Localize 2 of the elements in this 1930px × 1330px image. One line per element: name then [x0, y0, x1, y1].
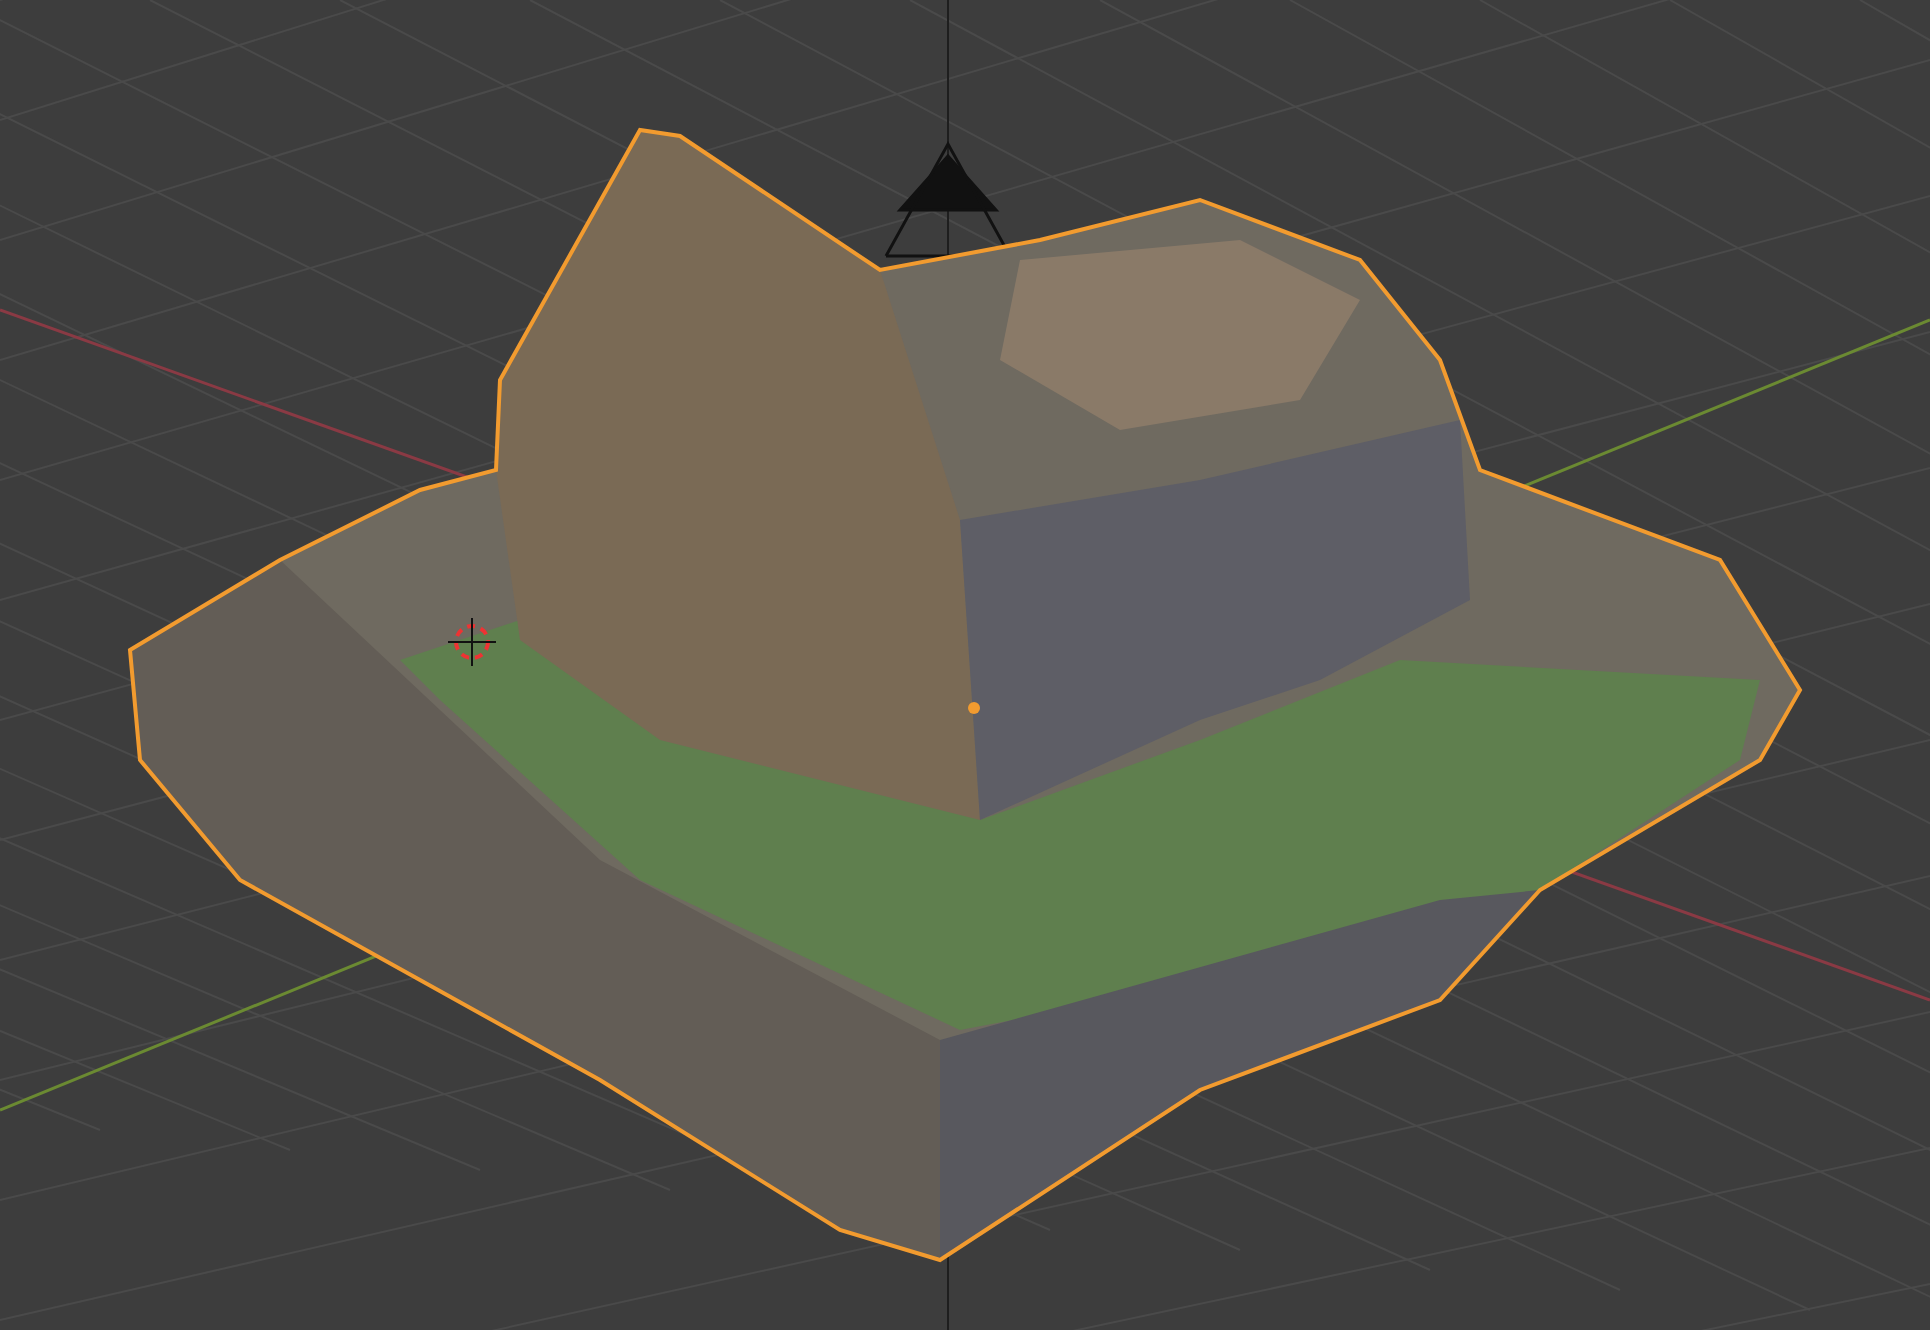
3d-cursor-icon[interactable] [447, 617, 497, 667]
origin-dot [968, 702, 980, 714]
